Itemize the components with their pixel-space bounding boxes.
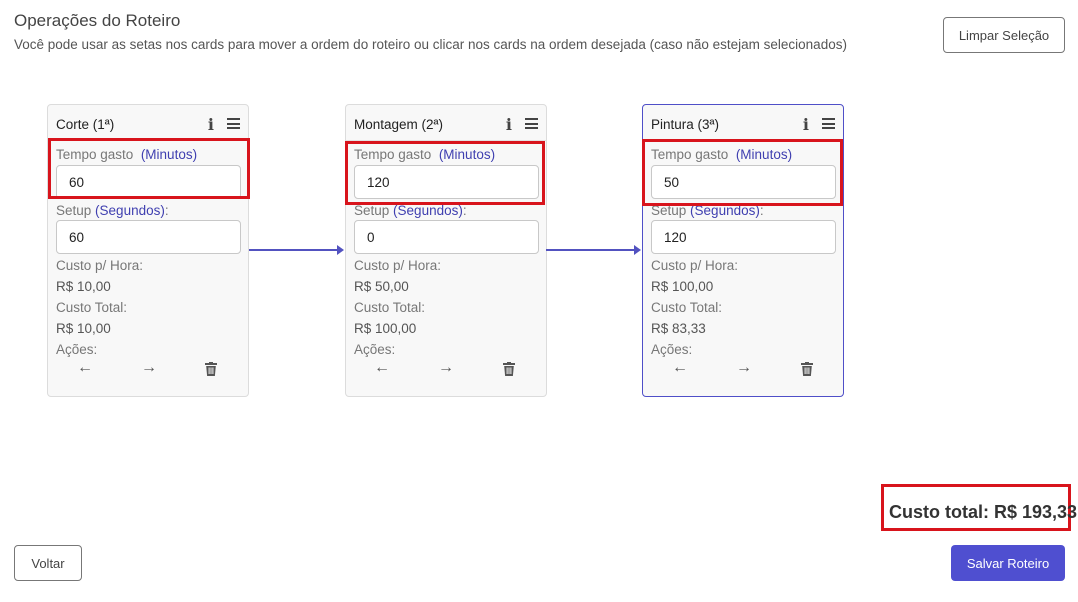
custo-total-value: R$ 83,33 (651, 321, 706, 336)
connector-arrowhead (337, 245, 344, 255)
save-button[interactable]: Salvar Roteiro (951, 545, 1065, 581)
custo-total-value: R$ 100,00 (354, 321, 417, 336)
card-header: Corte (1ª) i (48, 105, 248, 141)
card-title: Corte (1ª) (56, 117, 115, 132)
custo-hora-value: R$ 10,00 (56, 279, 111, 294)
acoes-label: Ações: (56, 342, 98, 357)
setup-label: Setup (Segundos): (651, 203, 764, 218)
card-header: Pintura (3ª) i (643, 105, 843, 141)
info-icon[interactable]: i (208, 115, 214, 134)
tempo-label: Tempo gasto (Minutos) (651, 147, 793, 162)
setup-input[interactable] (354, 220, 539, 254)
tempo-input[interactable] (56, 165, 241, 199)
trash-icon[interactable] (801, 362, 813, 376)
operation-card-corte[interactable]: Corte (1ª) i Tempo gasto (Minutos) Setup… (47, 104, 249, 397)
custo-hora-value: R$ 50,00 (354, 279, 409, 294)
setup-label: Setup (Segundos): (354, 203, 467, 218)
tempo-label: Tempo gasto (Minutos) (354, 147, 496, 162)
flow-connector (546, 249, 635, 251)
arrow-left-icon[interactable]: ← (672, 359, 688, 377)
tempo-label: Tempo gasto (Minutos) (56, 147, 198, 162)
card-actions: ← → (48, 359, 248, 381)
operation-card-montagem[interactable]: Montagem (2ª) i Tempo gasto (Minutos) Se… (345, 104, 547, 397)
custo-hora-label: Custo p/ Hora: (651, 258, 739, 273)
custo-total-label: Custo Total: (651, 300, 723, 315)
menu-icon[interactable] (525, 118, 538, 129)
arrow-right-icon[interactable]: → (736, 359, 752, 377)
card-header: Montagem (2ª) i (346, 105, 546, 141)
custo-hora-label: Custo p/ Hora: (56, 258, 144, 273)
flow-connector (249, 249, 338, 251)
arrow-right-icon[interactable]: → (141, 359, 157, 377)
custo-hora-value: R$ 100,00 (651, 279, 714, 294)
trash-icon[interactable] (205, 362, 217, 376)
setup-label: Setup (Segundos): (56, 203, 169, 218)
menu-icon[interactable] (227, 118, 240, 129)
tempo-input[interactable] (651, 165, 836, 199)
page-title: Operações do Roteiro (14, 11, 181, 30)
trash-icon[interactable] (503, 362, 515, 376)
custo-total-label: Custo Total: (354, 300, 426, 315)
back-button[interactable]: Voltar (14, 545, 82, 581)
card-title: Pintura (3ª) (651, 117, 720, 132)
setup-input[interactable] (56, 220, 241, 254)
setup-input[interactable] (651, 220, 836, 254)
arrow-right-icon[interactable]: → (438, 359, 454, 377)
page-subtitle: Você pode usar as setas nos cards para m… (14, 37, 847, 52)
operation-card-pintura[interactable]: Pintura (3ª) i Tempo gasto (Minutos) Set… (642, 104, 844, 397)
custo-total-value: R$ 10,00 (56, 321, 111, 336)
custo-total-label: Custo Total: (56, 300, 128, 315)
connector-arrowhead (634, 245, 641, 255)
acoes-label: Ações: (354, 342, 396, 357)
custo-hora-label: Custo p/ Hora: (354, 258, 442, 273)
clear-selection-button[interactable]: Limpar Seleção (943, 17, 1065, 53)
arrow-left-icon[interactable]: ← (77, 359, 93, 377)
card-actions: ← → (643, 359, 843, 381)
info-icon[interactable]: i (803, 115, 809, 134)
card-title: Montagem (2ª) (354, 117, 444, 132)
menu-icon[interactable] (822, 118, 835, 129)
card-actions: ← → (346, 359, 546, 381)
acoes-label: Ações: (651, 342, 693, 357)
total-cost: Custo total: R$ 193,33 (889, 502, 1078, 522)
tempo-input[interactable] (354, 165, 539, 199)
info-icon[interactable]: i (506, 115, 512, 134)
arrow-left-icon[interactable]: ← (374, 359, 390, 377)
